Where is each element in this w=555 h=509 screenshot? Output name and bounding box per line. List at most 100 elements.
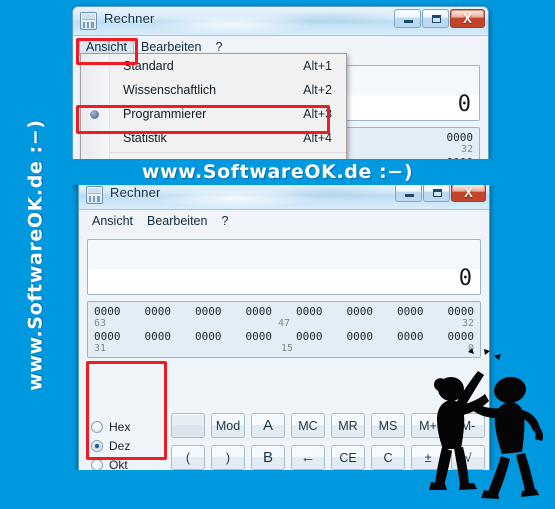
key-mr[interactable]: MR (331, 413, 365, 438)
watermark-text: www.SoftwareOK.de :−) (141, 161, 414, 183)
menu-item-shortcut: Alt+2 (303, 83, 332, 97)
calculator-icon (80, 12, 97, 30)
bit-index-label: 32 (461, 318, 475, 329)
bit-group: 0000 (245, 330, 273, 343)
key-m-plus[interactable]: M+ (411, 413, 445, 438)
bit-index-label: 15 (280, 343, 294, 354)
bit-label-row-low: 31 15 0 (94, 343, 474, 355)
bit-group: 0000 (144, 305, 172, 318)
key-mc[interactable]: MC (291, 413, 325, 438)
window-controls-top[interactable]: X (394, 9, 485, 28)
bit-group: 0000 (447, 305, 475, 318)
key-close-paren[interactable]: ) (211, 445, 245, 470)
menu-item-shortcut: Alt+4 (303, 131, 332, 145)
key-backspace[interactable]: ← (291, 445, 325, 470)
close-button-bottom[interactable]: X (451, 183, 486, 202)
bit-row-low: 0000 0000 0000 0000 0000 0000 0000 0000 (94, 330, 474, 343)
menu-ansicht-bottom[interactable]: Ansicht (85, 212, 140, 230)
bit-group: 0000 (144, 330, 172, 343)
minimize-button-bottom[interactable] (395, 183, 422, 202)
menu-item-shortcut: Alt+1 (303, 59, 332, 73)
bit-group: 0000 (296, 330, 323, 343)
keypad[interactable]: Mod A MC MR MS M+ M- ( ) B ← CE C ± √ (171, 413, 485, 473)
bit-group: 0000 (446, 131, 474, 144)
bit-row-high: 0000 0000 0000 0000 0000 0000 0000 0000 (94, 305, 474, 318)
radio-hex[interactable]: Hex (91, 417, 163, 436)
bit-group: 0000 (346, 305, 374, 318)
key-mod[interactable]: Mod (211, 413, 245, 438)
menu-bearbeiten-bottom[interactable]: Bearbeiten (140, 212, 214, 230)
key-ms[interactable]: MS (371, 413, 405, 438)
bit-index-label: 31 (94, 343, 107, 354)
bit-group: 0000 (397, 305, 424, 318)
key-plus-minus[interactable]: ± (411, 445, 445, 470)
menu-item-wissenschaftlich[interactable]: Wissenschaftlich Alt+2 (81, 78, 346, 102)
key-ce[interactable]: CE (331, 445, 365, 470)
menu-item-statistik[interactable]: Statistik Alt+4 (81, 126, 346, 150)
close-button-top[interactable]: X (450, 9, 485, 28)
screenshot-stage: Rechner X Ansicht Bearbeiten ? 0 0000 32… (0, 0, 555, 509)
title-bar-bottom[interactable]: Rechner X (79, 181, 489, 210)
radio-icon-selected (91, 439, 103, 452)
menu-help-bottom[interactable]: ? (214, 212, 235, 230)
key-open-paren[interactable]: ( (171, 445, 205, 470)
watermark-vertical: www.SoftwareOK.de :−) (0, 0, 72, 509)
radio-bullet-icon (90, 110, 99, 119)
key-m-minus[interactable]: M- (451, 413, 485, 438)
key-blank[interactable] (171, 413, 205, 438)
menu-item-standard[interactable]: Standard Alt+1 (81, 54, 346, 78)
menu-separator (109, 152, 346, 153)
radio-icon (91, 458, 103, 471)
bit-group: 0000 (346, 330, 374, 343)
minimize-button-top[interactable] (394, 9, 421, 28)
bit-display-bottom[interactable]: 0000 0000 0000 0000 0000 0000 0000 0000 … (87, 301, 481, 358)
radio-dez[interactable]: Dez (91, 436, 163, 455)
key-a[interactable]: A (251, 413, 285, 438)
menu-bar-bottom[interactable]: Ansicht Bearbeiten ? (79, 210, 489, 233)
bit-group: 0000 (397, 330, 424, 343)
bit-label-row-high: 63 47 32 (94, 318, 474, 330)
bottom-blue-band (0, 470, 555, 509)
bit-index-label: 32 (460, 144, 473, 155)
bit-group: 0000 (296, 305, 323, 318)
display-bottom: 0 (87, 239, 481, 295)
number-base-group[interactable]: Hex Dez Okt Bin (91, 417, 163, 473)
menu-item-label: Standard (123, 59, 174, 73)
maximize-button-top[interactable] (422, 9, 449, 28)
keypad-row: ( ) B ← CE C ± √ (171, 445, 485, 470)
menu-item-label: Wissenschaftlich (123, 83, 217, 97)
display-value-bottom: 0 (458, 266, 472, 291)
keypad-row: Mod A MC MR MS M+ M- (171, 413, 485, 438)
bit-index-label: 0 (467, 343, 474, 354)
radio-label: Dez (109, 438, 131, 453)
calculator-icon (86, 186, 103, 204)
bit-group: 0000 (94, 305, 121, 318)
key-sqrt[interactable]: √ (451, 445, 485, 470)
close-icon: X (464, 185, 473, 200)
watermark-text-vertical: www.SoftwareOK.de :−) (25, 118, 47, 391)
bit-group: 0000 (195, 330, 222, 343)
key-b[interactable]: B (251, 445, 285, 470)
window-title-top: Rechner (104, 11, 155, 26)
radio-icon (91, 420, 103, 433)
display-value-top: 0 (457, 92, 471, 117)
bit-group: 0000 (245, 305, 273, 318)
bit-index-label: 63 (94, 318, 107, 329)
menu-item-shortcut: Alt+3 (303, 107, 332, 121)
menu-item-label: Statistik (123, 131, 167, 145)
bit-group: 0000 (447, 330, 475, 343)
window-title-bottom: Rechner (110, 185, 161, 200)
bit-group: 0000 (94, 330, 121, 343)
client-area-bottom: 0 0000 0000 0000 0000 0000 0000 0000 000… (79, 231, 489, 473)
key-clear[interactable]: C (371, 445, 405, 470)
title-bar-top[interactable]: Rechner X (73, 7, 488, 36)
maximize-button-bottom[interactable] (423, 183, 450, 202)
menu-item-programmierer[interactable]: Programmierer Alt+3 (81, 102, 346, 126)
close-icon: X (463, 11, 472, 26)
window-controls-bottom[interactable]: X (395, 183, 486, 202)
bit-group: 0000 (195, 305, 222, 318)
controls-area: Hex Dez Okt Bin (79, 409, 489, 473)
menu-item-label: Programmierer (123, 107, 207, 121)
calculator-window-bottom[interactable]: Rechner X Ansicht Bearbeiten ? 0 0000 00… (78, 180, 490, 474)
radio-label: Hex (109, 419, 131, 434)
